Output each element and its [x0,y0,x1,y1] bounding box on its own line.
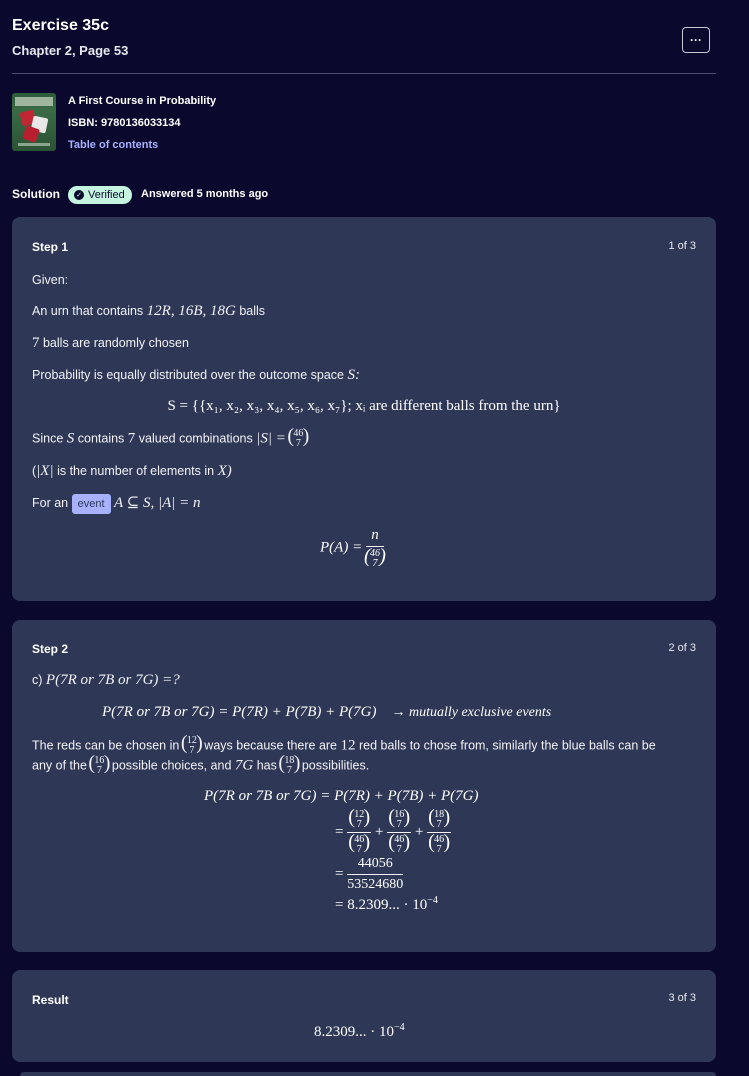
event-glossary-chip[interactable]: event [71,493,111,514]
given-label: Given: [32,273,69,287]
answered-time: Answered 5 months ago [141,188,269,200]
table-of-contents-link[interactable]: Table of contents [68,139,158,151]
notation-note: (|X| is the number of elements in X) [32,463,232,479]
page-title: Exercise 35c [12,17,109,34]
verified-badge: ✓ Verified [68,186,132,204]
solution-label: Solution [12,187,60,201]
next-card-edge [20,1072,716,1076]
result-card: Result 3 of 3 8.2309... · 10−4 [12,970,716,1062]
question-line: c) P(7R or 7B or 7G) =? [32,672,180,688]
header-divider [12,73,716,74]
binomial-46-7: 467 [287,426,309,449]
verified-label: Verified [88,189,125,201]
probability-sentence: Probability is equally distributed over … [32,367,360,383]
step-count: 1 of 3 [668,240,696,252]
chosen-sentence: 7 balls are randomly chosen [32,335,189,351]
combinations-sentence: Since S contains 7 valued combinations |… [32,426,309,449]
event-sentence: For an event A ⊆ S, |A| = n [32,493,201,514]
verified-check-icon: ✓ [74,190,84,200]
step-count: 2 of 3 [668,642,696,654]
step-count: 3 of 3 [668,992,696,1004]
calc-result: = 8.2309... · 10−4 [335,895,438,913]
calc-line-1: P(7R or 7B or 7G) = P(7R) + P(7B) + P(7G… [204,788,479,804]
calc-line-3: = 44056 53524680 [335,856,404,892]
event-probability-formula: P(A) = n 467 [320,527,386,569]
final-result: 8.2309... · 10−4 [314,1022,405,1040]
step-title: Step 2 [32,642,69,656]
step-title: Step 1 [32,240,69,254]
step-title: Result [32,993,69,1007]
urn-sentence: An urn that contains 12R, 16B, 18G balls [32,303,266,319]
book-cover-image[interactable] [12,93,56,151]
mutually-exclusive-identity: P(7R or 7B or 7G) = P(7R) + P(7B) + P(7G… [102,704,552,720]
page-subtitle: Chapter 2, Page 53 [12,43,129,58]
book-title[interactable]: A First Course in Probability [68,95,216,107]
more-options-button[interactable]: ··· [682,27,710,53]
explanation-paragraph: The reds can be chosen in 127 ways becau… [32,733,656,776]
book-isbn: ISBN: 9780136033134 [68,117,181,129]
step-1-card: Step 1 1 of 3 Given: An urn that contain… [12,217,716,601]
ellipsis-icon: ··· [690,33,702,47]
step-2-card: Step 2 2 of 3 c) P(7R or 7B or 7G) =? P(… [12,620,716,952]
outcome-space-definition: S = {{x₁, x₂, x₃, x₄, x₅, x₆, x₇}; xᵢ ar… [167,398,561,414]
calc-line-2: = 127467 + 167467 + 187467 [335,807,452,855]
